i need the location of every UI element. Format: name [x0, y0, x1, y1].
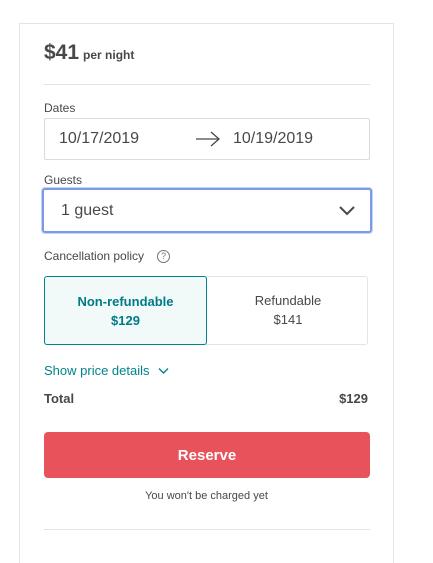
total-label: Total	[44, 391, 75, 406]
price-details-label: Show price details	[44, 363, 150, 378]
policy-option-price: $129	[111, 313, 140, 328]
reserve-button[interactable]: Reserve	[44, 432, 370, 478]
chevron-down-icon	[158, 367, 168, 374]
total-value: $129	[339, 391, 368, 406]
price-amount: $41	[44, 41, 80, 64]
question-circle-icon[interactable]: ?	[157, 250, 170, 263]
policy-option-name: Non-refundable	[77, 294, 174, 309]
nightly-price: $41 per night	[44, 41, 134, 65]
check-out-date[interactable]: 10/19/2019	[233, 130, 313, 148]
price-unit: per night	[83, 48, 135, 62]
dates-label: Dates	[44, 101, 76, 115]
policy-option-name: Refundable	[254, 293, 322, 308]
policy-option-refundable[interactable]: Refundable $141	[207, 276, 369, 345]
check-in-date[interactable]: 10/17/2019	[59, 130, 139, 148]
booking-card: $41 per night Dates 10/17/2019 10/19/201…	[19, 23, 394, 563]
cancellation-label: Cancellation policy	[44, 249, 145, 263]
arrow-right-icon	[196, 131, 220, 147]
divider	[44, 84, 370, 85]
chevron-down-icon	[339, 206, 355, 216]
policy-option-non-refundable[interactable]: Non-refundable $129	[44, 276, 207, 345]
guests-label: Guests	[44, 173, 83, 187]
divider	[44, 529, 370, 530]
guests-value: 1 guest	[61, 202, 114, 219]
guests-select[interactable]: 1 guest	[42, 188, 372, 233]
dates-picker[interactable]: 10/17/2019 10/19/2019	[44, 118, 370, 160]
no-charge-note: You won't be charged yet	[145, 490, 268, 502]
show-price-details-link[interactable]: Show price details	[44, 363, 169, 378]
policy-option-price: $141	[273, 312, 303, 327]
cancellation-options: Non-refundable $129 Refundable $141	[44, 276, 368, 345]
